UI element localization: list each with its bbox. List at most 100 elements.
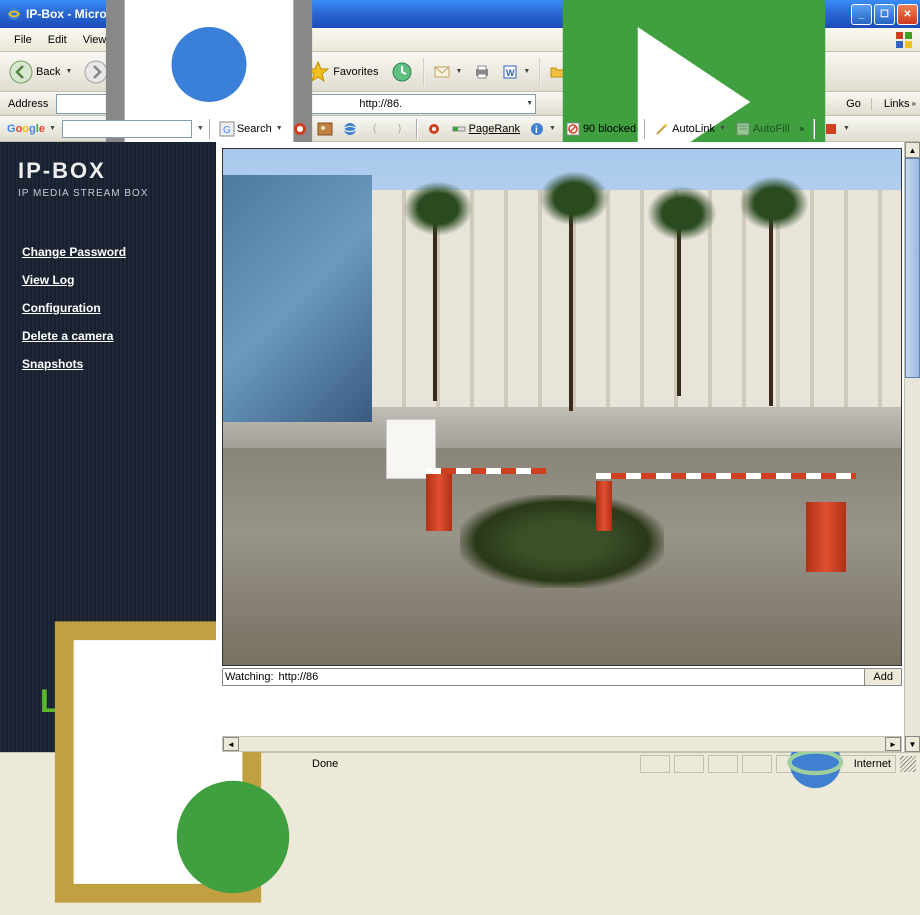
add-button[interactable]: Add — [864, 669, 901, 685]
print-button[interactable] — [469, 61, 495, 83]
google-search-label: Search — [237, 123, 272, 135]
chevron-down-icon: ▼ — [717, 125, 726, 132]
links-segment[interactable]: Links » — [871, 98, 916, 110]
resize-grip[interactable] — [900, 756, 916, 772]
main-panel: Watching: Add ◄ ► ▲ ▼ — [216, 142, 920, 752]
nav-snapshots[interactable]: Snapshots — [22, 357, 194, 371]
close-button[interactable]: ✕ — [897, 4, 918, 25]
watching-bar: Watching: Add — [222, 668, 902, 686]
target-icon — [292, 121, 308, 137]
chevron-right-icon[interactable]: » — [796, 124, 808, 133]
google-extra-button[interactable]: ▼ — [820, 120, 853, 138]
separator — [416, 119, 418, 139]
mail-button[interactable]: ▼ — [429, 61, 467, 83]
google-prev-button[interactable]: ⟨ — [364, 120, 386, 138]
chevron-down-icon: ▼ — [521, 68, 530, 75]
logo-block: IP-BOX IP MEDIA STREAM BOX — [0, 142, 216, 215]
sidebar-nav: Change Password View Log Configuration D… — [0, 215, 216, 415]
go-label: Go — [846, 98, 861, 110]
separator — [644, 119, 646, 139]
scroll-up-icon[interactable]: ▲ — [905, 142, 920, 158]
back-label: Back — [36, 66, 60, 78]
svg-text:W: W — [506, 68, 515, 78]
prev-icon: ⟨ — [367, 121, 383, 137]
search-icon: G — [219, 121, 235, 137]
edit-button[interactable]: W▼ — [497, 61, 535, 83]
google-options-button[interactable] — [423, 120, 445, 138]
pagerank-label: PageRank — [469, 123, 520, 135]
history-button[interactable] — [385, 57, 419, 87]
url-field[interactable] — [359, 98, 524, 110]
print-icon — [474, 64, 490, 80]
google-logo[interactable]: Google ▼ — [4, 122, 59, 136]
separator — [423, 58, 425, 86]
status-done-label: Done — [308, 758, 338, 770]
popup-blocked-button[interactable]: 90 blocked — [562, 120, 639, 138]
status-bar: Done Internet — [0, 752, 920, 774]
wand-icon — [654, 121, 670, 137]
google-next-button[interactable]: ⟩ — [389, 120, 411, 138]
camera-viewer — [222, 148, 902, 666]
nav-configuration[interactable]: Configuration — [22, 301, 194, 315]
status-pane-3 — [708, 755, 738, 773]
separator — [813, 119, 815, 139]
app-logo-title: IP-BOX — [18, 158, 198, 184]
nav-change-password[interactable]: Change Password — [22, 245, 194, 259]
block-icon — [565, 121, 581, 137]
back-icon — [9, 60, 33, 84]
nav-delete-camera[interactable]: Delete a camera — [22, 329, 194, 343]
app-logo-subtitle: IP MEDIA STREAM BOX — [18, 188, 198, 199]
chevron-down-icon: ▼ — [841, 125, 850, 132]
ie-icon — [6, 6, 22, 22]
svg-text:i: i — [535, 125, 538, 136]
google-web-button[interactable] — [339, 120, 361, 138]
word-icon: W — [502, 64, 518, 80]
horizontal-scrollbar[interactable]: ◄ ► — [222, 736, 902, 752]
autofill-button[interactable]: AutoFill — [732, 120, 793, 138]
chevron-down-icon[interactable]: ▼ — [195, 125, 204, 132]
watching-url-input[interactable] — [276, 671, 865, 683]
google-images-button[interactable] — [314, 120, 336, 138]
next-icon: ⟩ — [392, 121, 408, 137]
status-zone: Internet — [776, 755, 896, 773]
google-info-button[interactable]: i▼ — [526, 120, 559, 138]
status-pane-1 — [640, 755, 670, 773]
scroll-left-icon[interactable]: ◄ — [223, 737, 239, 751]
status-zone-label: Internet — [850, 758, 891, 770]
globe-icon — [342, 121, 358, 137]
google-search-input[interactable] — [62, 120, 192, 138]
menu-file[interactable]: File — [6, 31, 40, 49]
maximize-button[interactable]: ☐ — [874, 4, 895, 25]
blocked-label: 90 blocked — [583, 123, 636, 135]
nav-view-log[interactable]: View Log — [22, 273, 194, 287]
scroll-down-icon[interactable]: ▼ — [905, 736, 920, 752]
status-pane-4 — [742, 755, 772, 773]
autofill-label: AutoFill — [753, 123, 790, 135]
scroll-right-icon[interactable]: ► — [885, 737, 901, 751]
scroll-thumb[interactable] — [905, 158, 920, 378]
address-label: Address — [4, 98, 52, 110]
gear-icon — [426, 121, 442, 137]
chevron-down-icon: ▼ — [453, 68, 462, 75]
vertical-scrollbar[interactable]: ▲ ▼ — [904, 142, 920, 752]
address-input[interactable]: ▼ — [56, 94, 536, 114]
autolink-label: AutoLink — [672, 123, 715, 135]
autolink-button[interactable]: AutoLink ▼ — [651, 120, 729, 138]
separator — [209, 119, 211, 139]
windows-flag-icon — [894, 30, 914, 50]
chevron-down-icon: ▼ — [274, 125, 283, 132]
chevron-down-icon: ▼ — [47, 125, 56, 132]
watching-label: Watching: — [223, 671, 276, 683]
mail-icon — [434, 64, 450, 80]
google-search-button[interactable]: G Search ▼ — [216, 120, 286, 138]
form-icon — [735, 121, 751, 137]
svg-text:G: G — [223, 125, 231, 136]
pagerank-button[interactable]: PageRank — [448, 120, 523, 138]
extra-icon — [823, 121, 839, 137]
chevron-down-icon[interactable]: ▼ — [524, 100, 533, 107]
history-icon — [390, 60, 414, 84]
scroll-track[interactable] — [905, 378, 920, 736]
google-news-button[interactable] — [289, 120, 311, 138]
picture-icon — [317, 121, 333, 137]
pagerank-icon — [451, 121, 467, 137]
